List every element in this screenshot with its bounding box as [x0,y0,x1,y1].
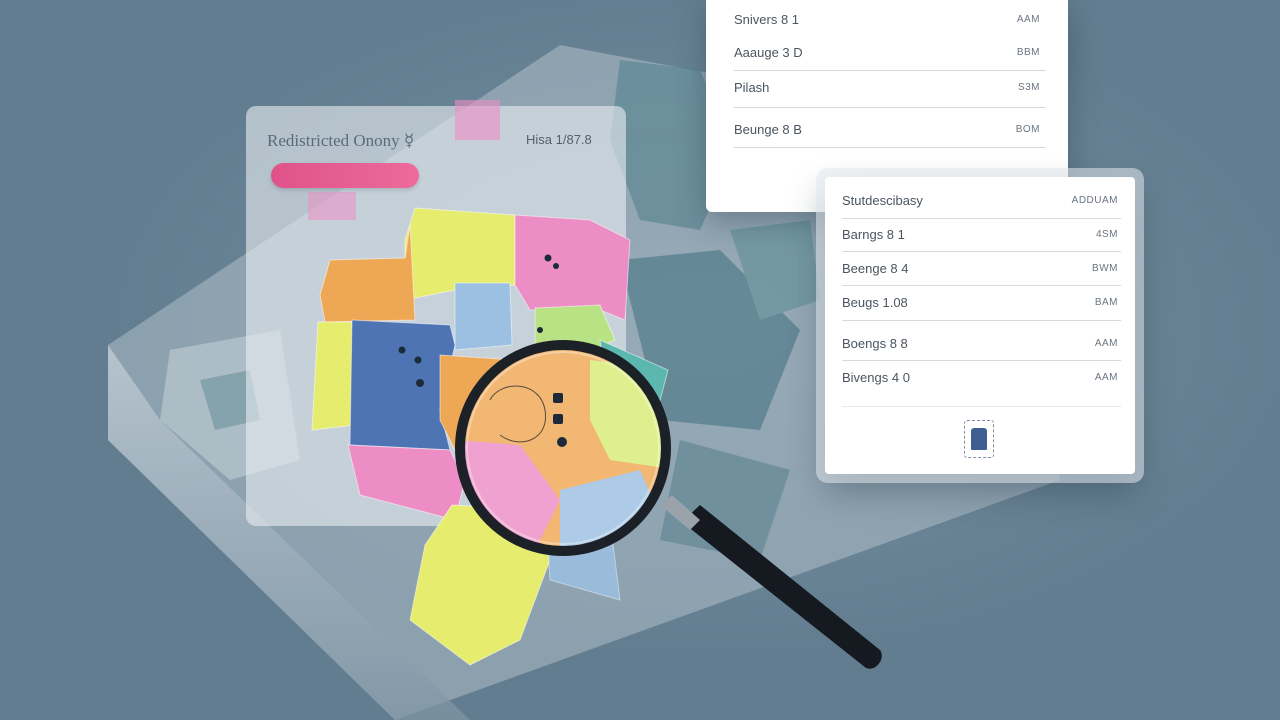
map-card-action-pill[interactable] [271,163,419,188]
row-label: Boengs 8 8 [842,336,908,351]
list-item[interactable]: Aaauge 3 D BBM [734,45,1040,60]
row-value: BAM [1094,297,1118,308]
divider [842,251,1121,252]
divider [842,360,1121,361]
divider [842,406,1121,407]
divider [734,147,1046,148]
list-item[interactable]: Beunge 8 B BOM [734,122,1040,137]
row-value: BBM [1016,47,1040,58]
row-value: S3M [1017,82,1040,93]
row-value: AAM [1094,338,1118,349]
row-label: Snivers 8 1 [734,12,800,27]
list-item[interactable]: Bivengs 4 0 AAM [842,370,1118,385]
divider [842,285,1121,286]
district-yellow-west [311,321,356,431]
divider [734,107,1046,108]
row-label: Bivengs 4 0 [842,370,910,385]
card-pink-block [455,100,500,140]
list-item[interactable]: Boengs 8 8 AAM [842,336,1118,351]
header-value: ADDUAM [1071,195,1118,206]
row-value: BOM [1015,124,1040,135]
map-card-title: Redistricted Onony ☿ [267,131,415,150]
row-value: AAM [1016,14,1040,25]
row-value: BWM [1092,263,1118,274]
divider [842,320,1121,321]
row-value: 4SM [1095,229,1118,240]
row-label: Aaauge 3 D [734,45,803,60]
list-item[interactable]: Snivers 8 1 AAM [734,12,1040,27]
district-blue-central [349,319,456,451]
district-lightblue-mid [454,282,513,351]
list-item[interactable]: Barngs 8 1 4SM [842,227,1118,242]
row-value: AAM [1094,372,1118,383]
row-label: Beenge 8 4 [842,261,909,276]
list-item[interactable]: Beenge 8 4 BWM [842,261,1118,276]
document-icon[interactable] [964,420,994,458]
divider [842,218,1121,219]
list-item[interactable]: Beugs 1.08 BAM [842,295,1118,310]
card-pink-block-2 [308,192,356,220]
map-card-meta: Hisa 1/87.8 [526,132,592,147]
divider [734,70,1046,71]
list-item[interactable]: Pilash S3M [734,80,1040,95]
row-label: Beugs 1.08 [842,295,908,310]
row-label: Beunge 8 B [734,122,802,137]
header-label: Stutdescibasy [842,193,923,208]
row-label: Barngs 8 1 [842,227,905,242]
row-label: Pilash [734,80,770,95]
panel-header: Stutdescibasy ADDUAM [842,193,1118,208]
